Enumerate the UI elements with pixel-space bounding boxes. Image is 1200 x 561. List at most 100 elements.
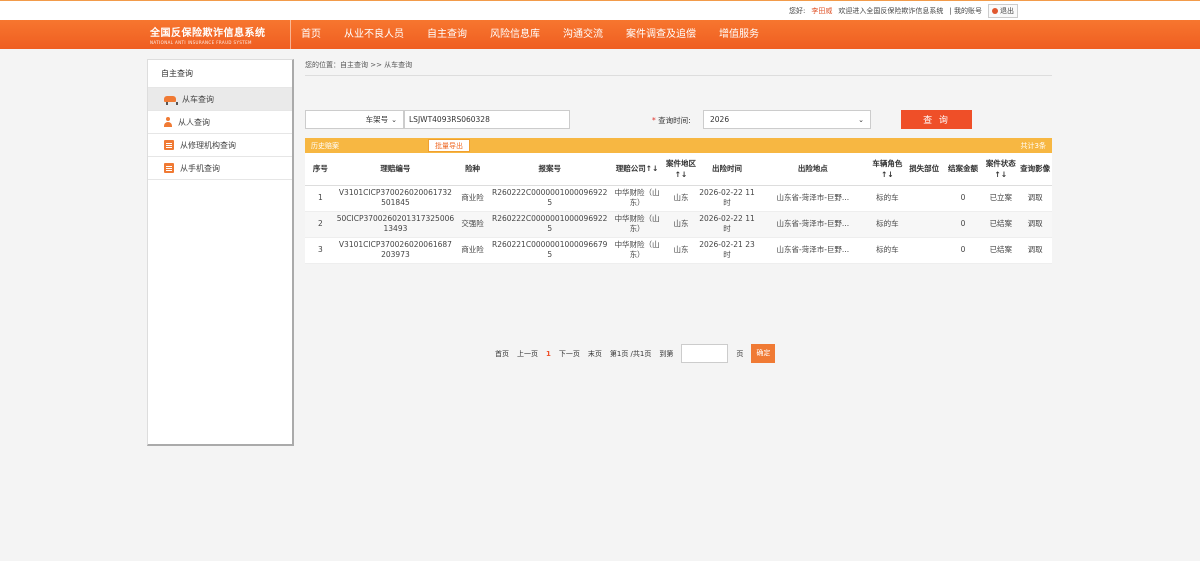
nav-item-communication[interactable]: 沟通交流 (553, 20, 613, 49)
car-icon (164, 96, 178, 105)
cell-report-no: R260222C00000010000969225 (489, 211, 610, 238)
cell-region: 山东 (664, 237, 698, 264)
cell-region: 山东 (664, 185, 698, 212)
col-header-accident-time: 出险时间 (697, 153, 757, 186)
cell-status: 已立案 (983, 185, 1019, 212)
logout-button[interactable]: 退出 (988, 4, 1018, 18)
pager-current: 1 (546, 349, 551, 358)
document-icon (164, 140, 174, 150)
cell-accident-place: 山东省-菏泽市-巨野... (756, 211, 870, 238)
username: 李田威 (811, 7, 833, 15)
col-header-claim-no: 理赔编号 (335, 153, 456, 186)
cell-report-no: R260221C00000010000966795 (489, 237, 610, 264)
pager-confirm-button[interactable]: 确定 (751, 344, 776, 363)
cell-insurance-type: 商业险 (455, 237, 490, 264)
col-header-region[interactable]: 案件地区↑↓ (664, 153, 698, 186)
search-form: 车架号 ⌄ LSJWT4093RS060328 * 查询时间: 2026 ⌄ 查… (305, 76, 1052, 129)
cell-index: 3 (305, 237, 336, 264)
query-time-label-text: 查询时间: (658, 116, 691, 125)
nav-item-value-added[interactable]: 增值服务 (709, 20, 769, 49)
cell-claim-no: 50CICP370026020131732500613493 (335, 211, 456, 238)
nav-item-bad-practitioners[interactable]: 从业不良人员 (334, 20, 414, 49)
logo-title-en: NATIONAL ANTI INSURANCE FRAUD SYSTEM (150, 40, 252, 45)
batch-export-button[interactable]: 批量导出 (428, 139, 470, 152)
chevron-down-icon: ⌄ (391, 115, 397, 124)
results-count: 共计3条 (1020, 142, 1046, 150)
col-header-status[interactable]: 案件状态↑↓ (983, 153, 1019, 186)
table-header-row: 序号 理赔编号 险种 报案号 理赔公司↑↓ 案件地区↑↓ 出险时间 出险地点 车… (305, 153, 1052, 186)
breadcrumb: 您的位置：自主查询 >> 从车查询 (305, 60, 1052, 76)
col-header-report-no: 报案号 (489, 153, 610, 186)
nav-item-risk-database[interactable]: 风险信息库 (480, 20, 550, 49)
cell-region: 山东 (664, 211, 698, 238)
sidebar-item-repair-shop-query[interactable]: 从修理机构查询 (148, 134, 292, 157)
sidebar-title: 自主查询 (148, 60, 292, 88)
welcome-text: 欢迎进入全国反保险欺诈信息系统 (838, 7, 944, 15)
field-type-select[interactable]: 车架号 ⌄ (305, 110, 404, 129)
nav-item-self-query[interactable]: 自主查询 (417, 20, 477, 49)
cell-accident-time: 2026-02-21 23时 (697, 237, 757, 264)
results-header: 历史赔案 批量导出 共计3条 (305, 138, 1052, 153)
cell-index: 1 (305, 185, 336, 212)
nav-item-investigation[interactable]: 案件调查及追偿 (616, 20, 706, 49)
nav-menu: 首页 从业不良人员 自主查询 风险信息库 沟通交流 案件调查及追偿 增值服务 (290, 20, 772, 49)
pager-info: 第1页 /共1页 (609, 349, 652, 358)
pager-next[interactable]: 下一页 (559, 349, 580, 359)
vin-input[interactable]: LSJWT4093RS060328 (404, 110, 570, 129)
cell-fetch-images-link[interactable]: 调取 (1018, 185, 1052, 212)
cell-status: 已结案 (983, 237, 1019, 264)
cell-fetch-images-link[interactable]: 调取 (1018, 237, 1052, 264)
query-time-select[interactable]: 2026 ⌄ (703, 110, 871, 129)
cell-claim-no: V3101CICP370026020061732501845 (335, 185, 456, 212)
col-header-insurance-type: 险种 (455, 153, 490, 186)
cell-company: 中华财险（山东） (609, 185, 665, 212)
cell-settlement: 0 (942, 211, 984, 238)
cell-damage-part (905, 211, 943, 238)
sidebar: 自主查询 从车查询 从人查询 从修理机构查询 从手机查询 (147, 59, 294, 446)
document-icon (164, 163, 174, 173)
system-logo[interactable]: 全国反保险欺诈信息系统 NATIONAL ANTI INSURANCE FRAU… (150, 24, 280, 46)
my-account-link[interactable]: | 我的账号 (949, 6, 982, 16)
logo-title-cn: 全国反保险欺诈信息系统 (150, 28, 266, 39)
cell-accident-time: 2026-02-22 11时 (697, 185, 757, 212)
pager-last[interactable]: 末页 (588, 349, 602, 359)
sidebar-item-vehicle-query[interactable]: 从车查询 (148, 88, 292, 111)
cell-status: 已结案 (983, 211, 1019, 238)
cell-company: 中华财险（山东） (609, 237, 665, 264)
pager-goto-input[interactable] (681, 344, 729, 363)
col-header-company[interactable]: 理赔公司↑↓ (609, 153, 665, 186)
results-table: 序号 理赔编号 险种 报案号 理赔公司↑↓ 案件地区↑↓ 出险时间 出险地点 车… (305, 153, 1052, 264)
table-row: 1 V3101CICP370026020061732501845 商业险 R26… (305, 185, 1052, 212)
query-button[interactable]: 查 询 (901, 110, 972, 129)
pager-prev[interactable]: 上一页 (517, 349, 538, 359)
table-row: 3 V3101CICP370026020061687203973 商业险 R26… (305, 237, 1052, 264)
cell-vehicle-role: 标的车 (869, 185, 906, 212)
sidebar-item-person-query[interactable]: 从人查询 (148, 111, 292, 134)
user-info: 您好: 李田威 欢迎进入全国反保险欺诈信息系统 | 我的账号 退出 (789, 4, 1018, 18)
top-bar: 您好: 李田威 欢迎进入全国反保险欺诈信息系统 | 我的账号 退出 (0, 0, 1200, 20)
query-time-label: * 查询时间: (652, 115, 691, 126)
cell-insurance-type: 交强险 (455, 211, 490, 238)
col-header-vehicle-role[interactable]: 车辆角色↑↓ (869, 153, 906, 186)
logout-icon (992, 8, 998, 14)
cell-insurance-type: 商业险 (455, 185, 490, 212)
cell-company: 中华财险（山东） (609, 211, 665, 238)
field-type-value: 车架号 (365, 115, 389, 124)
col-header-images: 查询影像 (1018, 153, 1052, 186)
cell-settlement: 0 (942, 237, 984, 264)
pager-page-unit: 页 (736, 349, 744, 358)
cell-fetch-images-link[interactable]: 调取 (1018, 211, 1052, 238)
nav-item-home[interactable]: 首页 (290, 20, 331, 49)
col-header-damage-part: 损失部位 (905, 153, 943, 186)
cell-vehicle-role: 标的车 (869, 211, 906, 238)
query-time-value: 2026 (710, 115, 730, 124)
cell-accident-place: 山东省-菏泽市-巨野... (756, 185, 870, 212)
main-content: 您的位置：自主查询 >> 从车查询 车架号 ⌄ LSJWT4093RS06032… (305, 60, 1052, 363)
logout-label: 退出 (1000, 7, 1014, 15)
pager-goto-label: 到第 (659, 349, 674, 358)
results-title: 历史赔案 (311, 142, 339, 150)
pager-first[interactable]: 首页 (495, 349, 509, 359)
col-header-index: 序号 (305, 153, 336, 186)
sidebar-item-phone-query[interactable]: 从手机查询 (148, 157, 292, 180)
person-icon (164, 117, 172, 127)
